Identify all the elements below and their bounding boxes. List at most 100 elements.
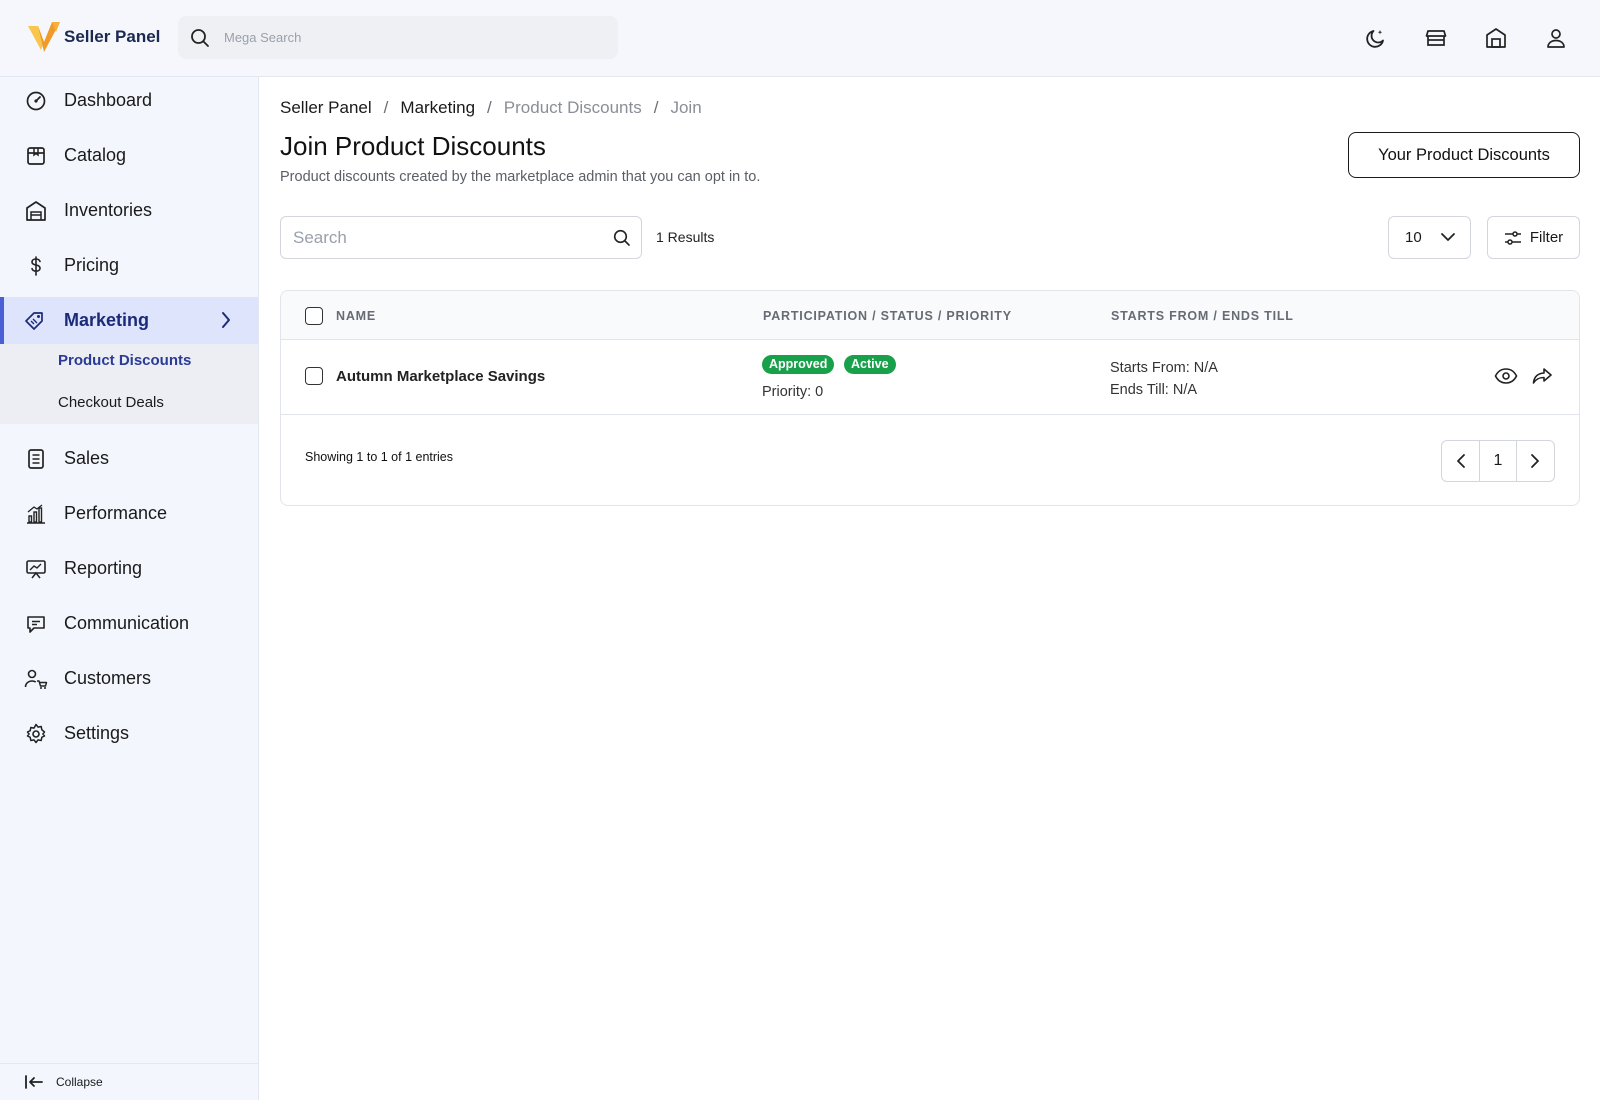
submenu-checkout-deals[interactable]: Checkout Deals xyxy=(58,394,164,411)
chat-icon xyxy=(24,612,48,636)
sidebar-item-label: Dashboard xyxy=(64,90,153,110)
top-header: Seller Panel xyxy=(0,0,1600,77)
catalog-box-icon xyxy=(24,144,48,168)
join-button[interactable] xyxy=(1529,363,1555,389)
breadcrumb-join: Join xyxy=(670,98,702,117)
sidebar-item-performance[interactable]: Performance xyxy=(0,490,258,537)
warehouse-icon xyxy=(24,199,48,223)
breadcrumb-marketing[interactable]: Marketing xyxy=(400,98,475,118)
date-range: Starts From: N/A Ends Till: N/A xyxy=(1110,357,1218,401)
starts-from: Starts From: N/A xyxy=(1110,360,1218,376)
sidebar-item-label: Sales xyxy=(64,448,110,468)
warehouse-icon xyxy=(1486,28,1506,48)
dark-mode-toggle[interactable] xyxy=(1363,25,1389,51)
page-number-button[interactable]: 1 xyxy=(1479,441,1517,481)
collapse-arrow-icon xyxy=(25,1075,43,1089)
user-icon xyxy=(1547,29,1565,48)
sidebar-item-pricing[interactable]: Pricing xyxy=(0,242,258,289)
store-button[interactable] xyxy=(1423,25,1449,51)
eye-icon xyxy=(1494,368,1518,384)
sidebar-item-settings[interactable]: Settings xyxy=(0,710,258,757)
chevron-left-icon xyxy=(1456,454,1465,468)
ends-till: Ends Till: N/A xyxy=(1110,382,1198,398)
sidebar-item-label: Communication xyxy=(64,613,190,633)
view-button[interactable] xyxy=(1493,363,1519,389)
collapse-label: Collapse xyxy=(56,1075,103,1089)
dollar-icon xyxy=(24,254,48,278)
column-header-name[interactable]: NAME xyxy=(336,309,376,323)
mega-search-input[interactable] xyxy=(224,30,604,45)
sliders-icon xyxy=(1504,230,1521,245)
sidebar-item-reporting[interactable]: Reporting xyxy=(0,545,258,592)
moon-icon xyxy=(1366,30,1384,48)
showing-entries: Showing 1 to 1 of 1 entries xyxy=(305,450,454,464)
filter-button[interactable]: Filter xyxy=(1487,216,1580,259)
breadcrumb-product-discounts[interactable]: Product Discounts xyxy=(504,98,642,118)
sidebar-item-label: Catalog xyxy=(64,145,127,165)
sidebar-item-inventories[interactable]: Inventories xyxy=(0,187,258,234)
submenu-product-discounts[interactable]: Product Discounts xyxy=(58,352,191,369)
row-checkbox[interactable] xyxy=(305,367,323,385)
results-count: 1 Results xyxy=(656,229,715,245)
breadcrumb-separator: / xyxy=(653,98,659,117)
store-icon xyxy=(1425,30,1447,46)
dashboard-gauge-icon xyxy=(24,89,48,113)
breadcrumb-separator: / xyxy=(383,98,389,117)
sidebar-item-label: Settings xyxy=(64,723,130,743)
chevron-right-icon xyxy=(222,312,230,328)
customer-icon xyxy=(24,667,48,691)
your-product-discounts-button[interactable]: Your Product Discounts xyxy=(1348,132,1580,178)
sidebar-item-marketing[interactable]: Marketing xyxy=(0,297,258,344)
gear-icon xyxy=(24,722,48,746)
sidebar-item-label: Pricing xyxy=(64,255,120,275)
logo[interactable]: Seller Panel xyxy=(28,22,160,52)
presentation-icon xyxy=(24,557,48,581)
sidebar-item-dashboard[interactable]: Dashboard xyxy=(0,77,258,124)
collapse-sidebar-button[interactable]: Collapse xyxy=(0,1063,258,1100)
pagination: 1 xyxy=(1441,440,1555,482)
per-page-value: 10 xyxy=(1405,229,1422,246)
sidebar-item-sales[interactable]: Sales xyxy=(0,435,258,482)
discounts-table: NAME PARTICIPATION / STATUS / PRIORITY S… xyxy=(280,290,1580,506)
sidebar-item-customers[interactable]: Customers xyxy=(0,655,258,702)
sidebar-item-label: Inventories xyxy=(64,200,153,220)
status-badge-active: Active xyxy=(844,355,896,374)
discount-name[interactable]: Autumn Marketplace Savings xyxy=(336,368,545,385)
bar-chart-icon xyxy=(24,502,48,526)
document-icon xyxy=(24,447,48,471)
status-badge-approved: Approved xyxy=(762,355,835,374)
breadcrumb-seller-panel[interactable]: Seller Panel xyxy=(280,98,372,118)
app-name: Seller Panel xyxy=(64,27,161,46)
user-profile-button[interactable] xyxy=(1543,25,1569,51)
page-title: Join Product Discounts xyxy=(280,131,546,161)
chevron-right-icon xyxy=(1531,454,1540,468)
sidebar-item-communication[interactable]: Communication xyxy=(0,600,258,647)
sidebar-item-catalog[interactable]: Catalog xyxy=(0,132,258,179)
per-page-select[interactable]: 10 xyxy=(1388,216,1471,259)
filter-label: Filter xyxy=(1529,229,1564,246)
search-icon xyxy=(613,229,630,246)
table-search-input[interactable] xyxy=(293,227,593,248)
share-arrow-icon xyxy=(1532,368,1552,384)
chevron-down-icon xyxy=(1441,233,1455,241)
page-subtitle: Product discounts created by the marketp… xyxy=(280,169,761,185)
tag-icon xyxy=(24,309,48,333)
sidebar-item-label: Customers xyxy=(64,668,152,688)
search-icon xyxy=(191,28,209,47)
column-header-status[interactable]: PARTICIPATION / STATUS / PRIORITY xyxy=(763,309,1012,323)
sidebar-item-label: Performance xyxy=(64,503,168,523)
sidebar-item-label: Marketing xyxy=(64,310,150,330)
breadcrumb-separator: / xyxy=(487,98,492,117)
table-row: Autumn Marketplace Savings Approved Acti… xyxy=(281,340,1579,415)
column-header-dates[interactable]: STARTS FROM / ENDS TILL xyxy=(1111,309,1294,323)
next-page-button[interactable] xyxy=(1517,441,1554,481)
logo-v-icon xyxy=(28,22,60,52)
warehouse-button[interactable] xyxy=(1483,25,1509,51)
table-header: NAME PARTICIPATION / STATUS / PRIORITY S… xyxy=(281,291,1579,340)
sidebar-item-label: Reporting xyxy=(64,558,143,578)
mega-search[interactable] xyxy=(178,16,618,59)
prev-page-button[interactable] xyxy=(1442,441,1479,481)
select-all-checkbox[interactable] xyxy=(305,307,323,325)
table-search[interactable] xyxy=(280,216,642,259)
marketing-submenu: Product Discounts Checkout Deals xyxy=(0,344,258,424)
